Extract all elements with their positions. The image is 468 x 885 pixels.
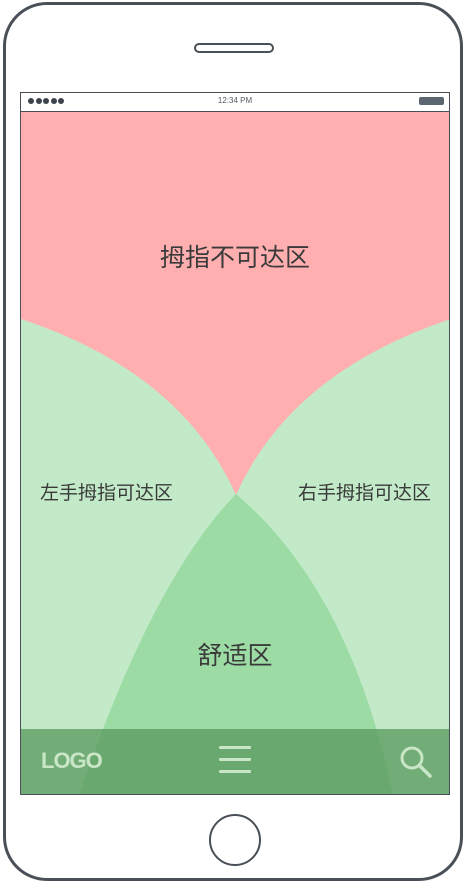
menu-icon[interactable]	[219, 746, 251, 774]
status-bar: 12:34 PM	[21, 93, 449, 112]
phone-screen: 12:34 PM 拇指不可达区 左手拇指可达区 右手拇指可达区 舒适区 LOGO	[20, 92, 450, 795]
logo[interactable]: LOGO	[41, 748, 103, 774]
status-time: 12:34 PM	[217, 96, 253, 105]
comfort-zone-label: 舒适区	[197, 641, 273, 670]
bottom-nav-bar: LOGO	[21, 729, 449, 794]
search-icon[interactable]	[399, 745, 433, 779]
unreachable-zone-label: 拇指不可达区	[159, 243, 310, 272]
thumb-zone-diagram	[21, 112, 449, 794]
battery-icon	[419, 97, 444, 105]
left-thumb-zone-label: 左手拇指可达区	[40, 482, 174, 504]
speaker-slot	[194, 43, 274, 53]
home-button[interactable]	[209, 814, 261, 866]
right-thumb-zone-label: 右手拇指可达区	[297, 482, 431, 504]
